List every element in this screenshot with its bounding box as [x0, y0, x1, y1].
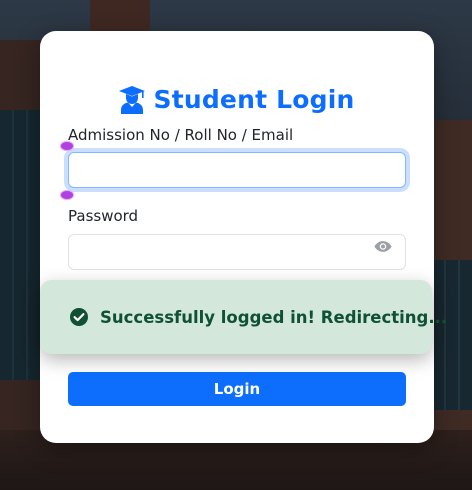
toast-message: Successfully logged in! Redirecting...	[100, 307, 448, 327]
selection-handle-bottom[interactable]	[60, 190, 74, 200]
success-toast: Successfully logged in! Redirecting...	[40, 280, 447, 354]
login-card: Student Login Admission No / Roll No / E…	[40, 31, 434, 443]
page-title: Student Login	[153, 85, 355, 114]
check-circle-icon	[70, 308, 88, 326]
eye-icon[interactable]	[374, 237, 392, 255]
user-graduate-icon	[119, 85, 146, 114]
password-label: Password	[68, 207, 139, 225]
login-button[interactable]: Login	[68, 372, 406, 406]
username-label: Admission No / Roll No / Email	[68, 126, 294, 144]
login-title: Student Login	[40, 85, 434, 114]
password-input[interactable]	[68, 234, 406, 270]
selection-handle-top[interactable]	[60, 141, 74, 151]
username-input[interactable]	[68, 152, 406, 188]
